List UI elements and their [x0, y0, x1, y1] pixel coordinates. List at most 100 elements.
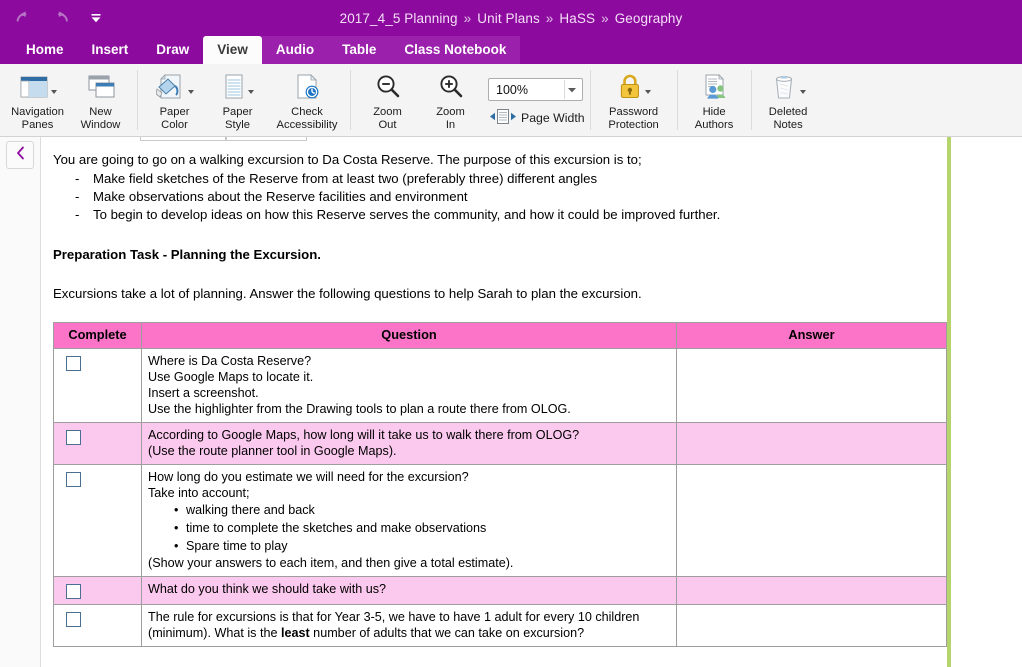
table-row[interactable]: How long do you estimate we will need fo… — [53, 464, 947, 577]
breadcrumb-item-section[interactable]: HaSS — [559, 11, 595, 26]
chevron-down-icon[interactable] — [187, 90, 194, 94]
tab-insert[interactable]: Insert — [78, 36, 143, 64]
ribbon-tab-strip: Home Insert Draw View Audio Table Class … — [0, 36, 1022, 64]
question-line: Take into account; — [148, 486, 250, 500]
complete-checkbox[interactable] — [66, 430, 81, 445]
zoom-level-combobox[interactable]: 100% — [488, 78, 583, 101]
new-window-icon — [85, 69, 117, 105]
ribbon-separator — [676, 70, 678, 130]
authors-icon — [699, 69, 729, 105]
text-before: (minimum). What is the — [148, 626, 281, 640]
cell-complete[interactable] — [53, 464, 142, 577]
text-after: number of adults that we can take on exc… — [309, 626, 585, 640]
cell-complete[interactable] — [53, 348, 142, 423]
cell-complete[interactable] — [53, 604, 142, 647]
question-line: Insert a screenshot. — [148, 386, 259, 400]
cell-question[interactable]: According to Google Maps, how long will … — [141, 422, 677, 465]
table-header-row: Complete Question Answer — [53, 322, 947, 349]
table-row[interactable]: Where is Da Costa Reserve? Use Google Ma… — [53, 348, 947, 423]
page-width-button[interactable]: Page Width — [490, 108, 585, 128]
table-row[interactable]: According to Google Maps, how long will … — [53, 422, 947, 465]
hide-authors-label: Hide Authors — [694, 106, 734, 131]
password-protection-button[interactable]: Password Protection — [596, 64, 672, 136]
column-header-answer: Answer — [676, 322, 947, 349]
chevron-down-icon[interactable] — [564, 80, 578, 99]
check-accessibility-button[interactable]: Check Accessibility — [269, 64, 345, 136]
lock-icon — [617, 69, 651, 105]
list-item: Spare time to play — [174, 537, 670, 555]
complete-checkbox[interactable] — [66, 612, 81, 627]
paper-style-button[interactable]: Paper Style — [206, 64, 269, 136]
collapse-navigation-button[interactable] — [6, 141, 34, 169]
panes-icon — [19, 69, 57, 105]
redo-button[interactable] — [50, 8, 70, 28]
complete-checkbox[interactable] — [66, 472, 81, 487]
new-window-button[interactable]: New Window — [69, 64, 132, 136]
tab-home[interactable]: Home — [12, 36, 78, 64]
question-line: Use Google Maps to locate it. — [148, 370, 314, 384]
question-table[interactable]: Complete Question Answer Where is Da Cos… — [53, 322, 947, 647]
ribbon-separator — [750, 70, 752, 130]
tab-view[interactable]: View — [203, 36, 262, 64]
cell-question[interactable]: The rule for excursions is that for Year… — [141, 604, 677, 647]
column-header-question: Question — [141, 322, 677, 349]
list-item: Make field sketches of the Reserve from … — [53, 170, 953, 188]
check-accessibility-label: Check Accessibility — [276, 106, 338, 131]
breadcrumb-separator: » — [463, 10, 472, 26]
breadcrumb-item-page[interactable]: Geography — [615, 11, 683, 26]
tab-table[interactable]: Table — [328, 36, 391, 64]
ruled-page-icon — [222, 69, 254, 105]
chevron-down-icon[interactable] — [800, 90, 807, 94]
chevron-left-icon — [15, 146, 26, 165]
cell-answer[interactable] — [676, 576, 947, 605]
hide-authors-button[interactable]: Hide Authors — [683, 64, 746, 136]
zoom-in-label: Zoom In — [436, 106, 465, 131]
tab-class-notebook[interactable]: Class Notebook — [390, 36, 521, 64]
undo-button[interactable] — [14, 8, 34, 28]
paper-color-button[interactable]: Paper Color — [143, 64, 206, 136]
sub-bullet-list: walking there and back time to complete … — [148, 501, 670, 555]
cell-answer[interactable] — [676, 348, 947, 423]
note-page[interactable]: You are going to go on a walking excursi… — [42, 137, 1022, 667]
cell-question[interactable]: What do you think we should take with us… — [141, 576, 677, 605]
cell-complete[interactable] — [53, 576, 142, 605]
cell-answer[interactable] — [676, 464, 947, 577]
breadcrumb-item-notebook[interactable]: 2017_4_5 Planning — [340, 11, 458, 26]
table-row[interactable]: What do you think we should take with us… — [53, 576, 947, 605]
zoom-level-value: 100% — [496, 82, 528, 97]
deleted-notes-button[interactable]: Deleted Notes — [757, 64, 820, 136]
tab-audio[interactable]: Audio — [261, 36, 329, 64]
new-window-label: New Window — [80, 106, 121, 131]
cell-question[interactable]: How long do you estimate we will need fo… — [141, 464, 677, 577]
clipped-table-above — [140, 137, 307, 141]
list-item: walking there and back — [174, 501, 670, 519]
chevron-down-icon[interactable] — [247, 90, 254, 94]
zoom-out-icon — [374, 69, 402, 105]
breadcrumb-item-section-group[interactable]: Unit Plans — [477, 11, 540, 26]
complete-checkbox[interactable] — [66, 356, 81, 371]
content-area: You are going to go on a walking excursi… — [0, 137, 1022, 667]
cell-answer[interactable] — [676, 422, 947, 465]
chevron-down-icon[interactable] — [50, 90, 57, 94]
complete-checkbox[interactable] — [66, 584, 81, 599]
table-row[interactable]: The rule for excursions is that for Year… — [53, 604, 947, 647]
cell-question[interactable]: Where is Da Costa Reserve? Use Google Ma… — [141, 348, 677, 423]
page-width-label: Page Width — [521, 111, 585, 125]
cell-answer[interactable] — [676, 604, 947, 647]
cell-complete[interactable] — [53, 422, 142, 465]
navigation-rail — [0, 137, 41, 667]
objectives-list: Make field sketches of the Reserve from … — [53, 170, 953, 224]
question-line: The rule for excursions is that for Year… — [148, 610, 640, 624]
customize-qat-button[interactable] — [86, 8, 106, 28]
question-line: (Use the route planner tool in Google Ma… — [148, 444, 397, 458]
chevron-down-icon[interactable] — [644, 90, 651, 94]
question-line: How long do you estimate we will need fo… — [148, 470, 469, 484]
breadcrumb-separator: » — [545, 10, 554, 26]
trash-icon — [770, 69, 807, 105]
question-line-rich: (minimum). What is the least number of a… — [148, 625, 670, 641]
navigation-panes-button[interactable]: Navigation Panes — [6, 64, 69, 136]
tab-draw[interactable]: Draw — [142, 36, 203, 64]
zoom-out-button[interactable]: Zoom Out — [356, 64, 419, 136]
zoom-in-button[interactable]: Zoom In — [419, 64, 482, 136]
